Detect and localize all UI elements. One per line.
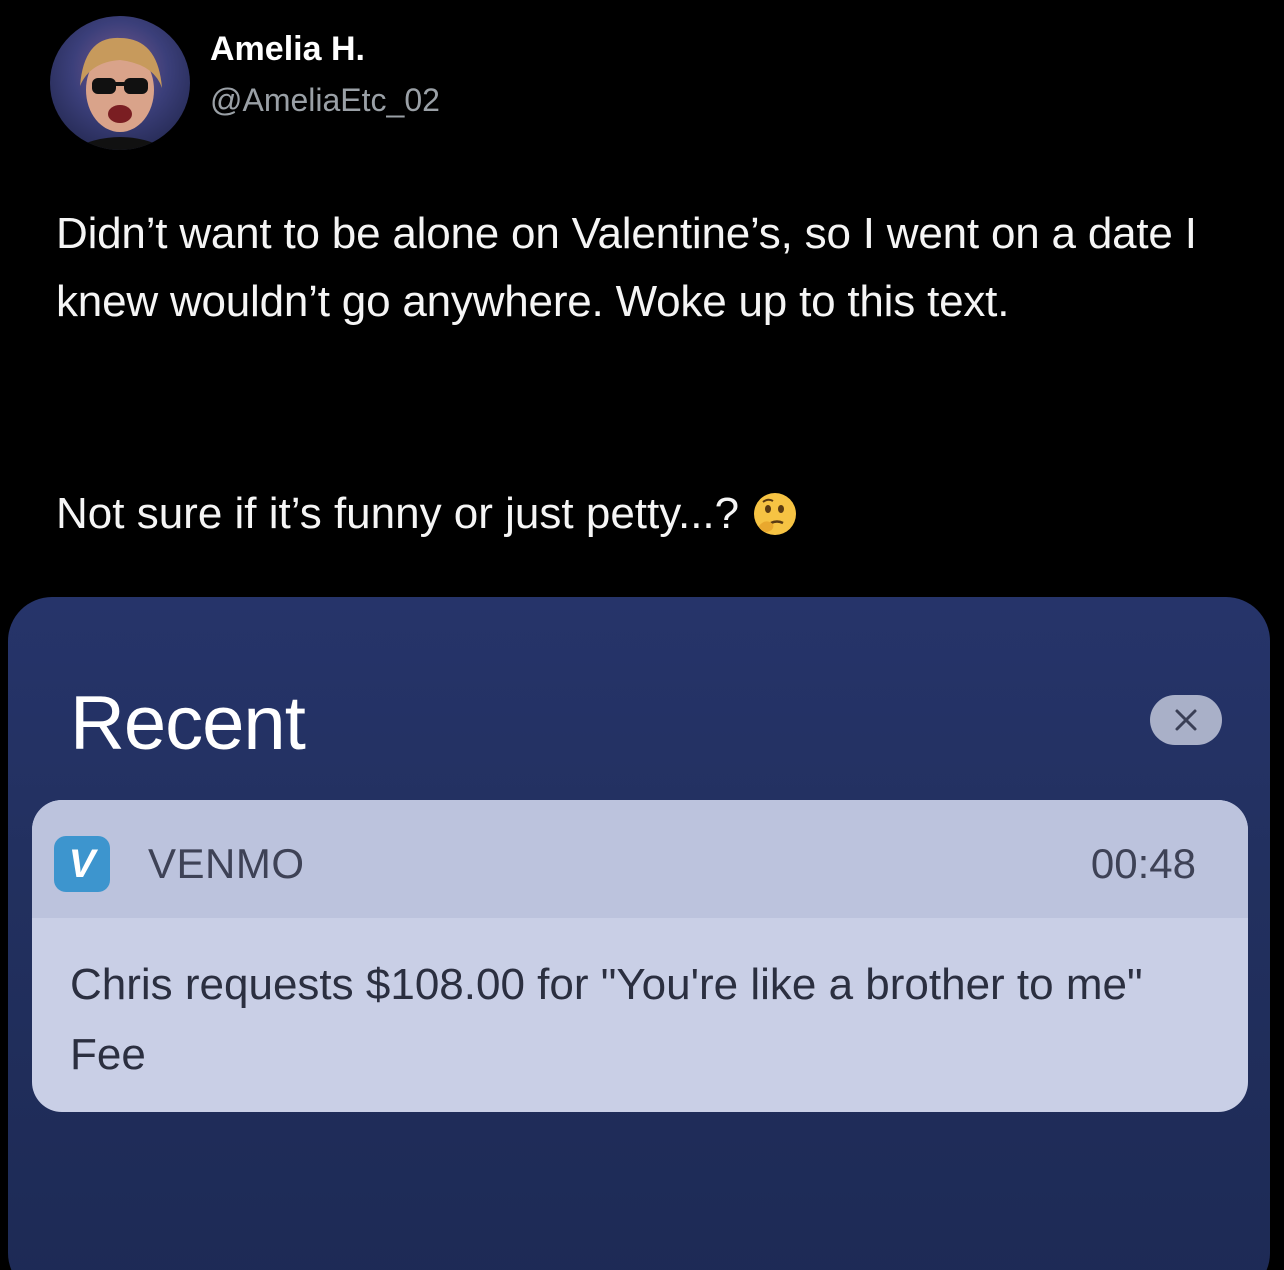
thinking-face-icon: [751, 490, 799, 538]
author-name[interactable]: Amelia H.: [210, 30, 365, 69]
tweet-text-paragraph-1: Didn’t want to be alone on Valentine’s, …: [56, 209, 1197, 326]
avatar-image: [70, 37, 170, 150]
tweet-text-paragraph-2-row: Not sure if it’s funny or just petty...?: [56, 480, 1256, 548]
tweet-text-paragraph-2: Not sure if it’s funny or just petty...?: [56, 489, 740, 538]
notification-message: Chris requests $108.00 for "You're like …: [70, 960, 1143, 1079]
notification-time: 00:48: [1090, 840, 1196, 887]
close-icon: [1175, 709, 1197, 731]
author-handle[interactable]: @AmeliaEtc_02: [210, 82, 440, 119]
screenshot-root: Amelia H. @AmeliaEtc_02 Didn’t want to b…: [0, 0, 1284, 1270]
avatar[interactable]: [50, 16, 190, 150]
venmo-notification-card[interactable]: V VENMO 00:48 Chris requests $108.00 for…: [32, 800, 1248, 1112]
notification-app-name: VENMO: [148, 840, 305, 887]
notification-section-title: Recent: [70, 681, 306, 766]
venmo-icon: V: [54, 836, 110, 892]
close-button[interactable]: [1150, 695, 1222, 745]
